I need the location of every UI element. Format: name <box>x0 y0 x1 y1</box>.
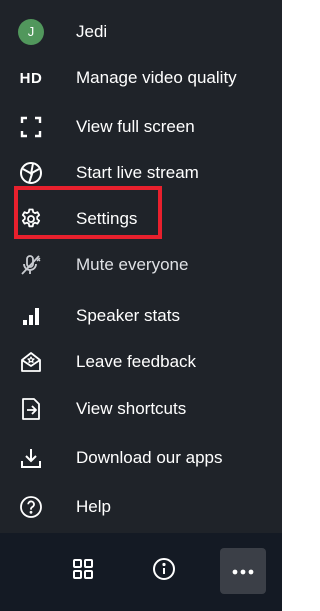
menu-item-label: Start live stream <box>76 163 199 182</box>
menu-item-leave-feedback[interactable]: Leave feedback <box>0 339 282 385</box>
menu-item-manage-video-quality[interactable]: HD Manage video quality <box>0 55 282 101</box>
more-options-button[interactable] <box>220 548 266 594</box>
menu-item-mute-everyone[interactable]: Mute everyone <box>0 242 282 288</box>
toolbar <box>0 533 282 611</box>
menu-item-help[interactable]: Help <box>0 484 282 530</box>
menu-item-label: Mute everyone <box>76 255 189 274</box>
fullscreen-icon <box>16 112 46 142</box>
download-icon <box>16 443 46 473</box>
avatar-letter: J <box>18 19 44 45</box>
menu-item-speaker-stats[interactable]: Speaker stats <box>0 293 282 339</box>
menu-item-label: Speaker stats <box>76 306 180 325</box>
mute-everyone-icon <box>16 250 46 280</box>
more-options-icon <box>232 562 254 580</box>
menu-item-start-live-stream[interactable]: Start live stream <box>0 150 282 196</box>
info-icon <box>152 557 176 586</box>
menu-item-label: Help <box>76 497 111 516</box>
shortcuts-icon <box>16 394 46 424</box>
speaker-stats-icon <box>16 301 46 331</box>
menu-item-label: Leave feedback <box>76 352 197 371</box>
help-icon <box>16 492 46 522</box>
grid-view-icon <box>71 557 95 586</box>
menu-item-settings[interactable]: Settings <box>0 196 282 242</box>
menu-item-download-our-apps[interactable]: Download our apps <box>0 435 282 481</box>
tile-view-button[interactable] <box>60 548 106 594</box>
menu-item-label: Download our apps <box>76 448 223 467</box>
feedback-icon <box>16 347 46 377</box>
hd-icon: HD <box>19 69 43 87</box>
info-button[interactable] <box>141 548 187 594</box>
menu-item-label: Jedi <box>76 22 108 41</box>
menu-item-label: Settings <box>76 209 138 228</box>
menu-item-label: View shortcuts <box>76 399 187 418</box>
menu-item-view-full-screen[interactable]: View full screen <box>0 104 282 150</box>
live-stream-icon <box>16 158 46 188</box>
menu-item-profile[interactable]: J Jedi <box>0 9 282 55</box>
overflow-menu: J Jedi HD Manage video quality View full… <box>0 0 282 533</box>
gear-icon <box>16 204 46 234</box>
menu-item-view-shortcuts[interactable]: View shortcuts <box>0 386 282 432</box>
menu-item-label: Manage video quality <box>76 68 237 87</box>
menu-item-label: View full screen <box>76 117 195 136</box>
avatar: J <box>16 17 46 47</box>
